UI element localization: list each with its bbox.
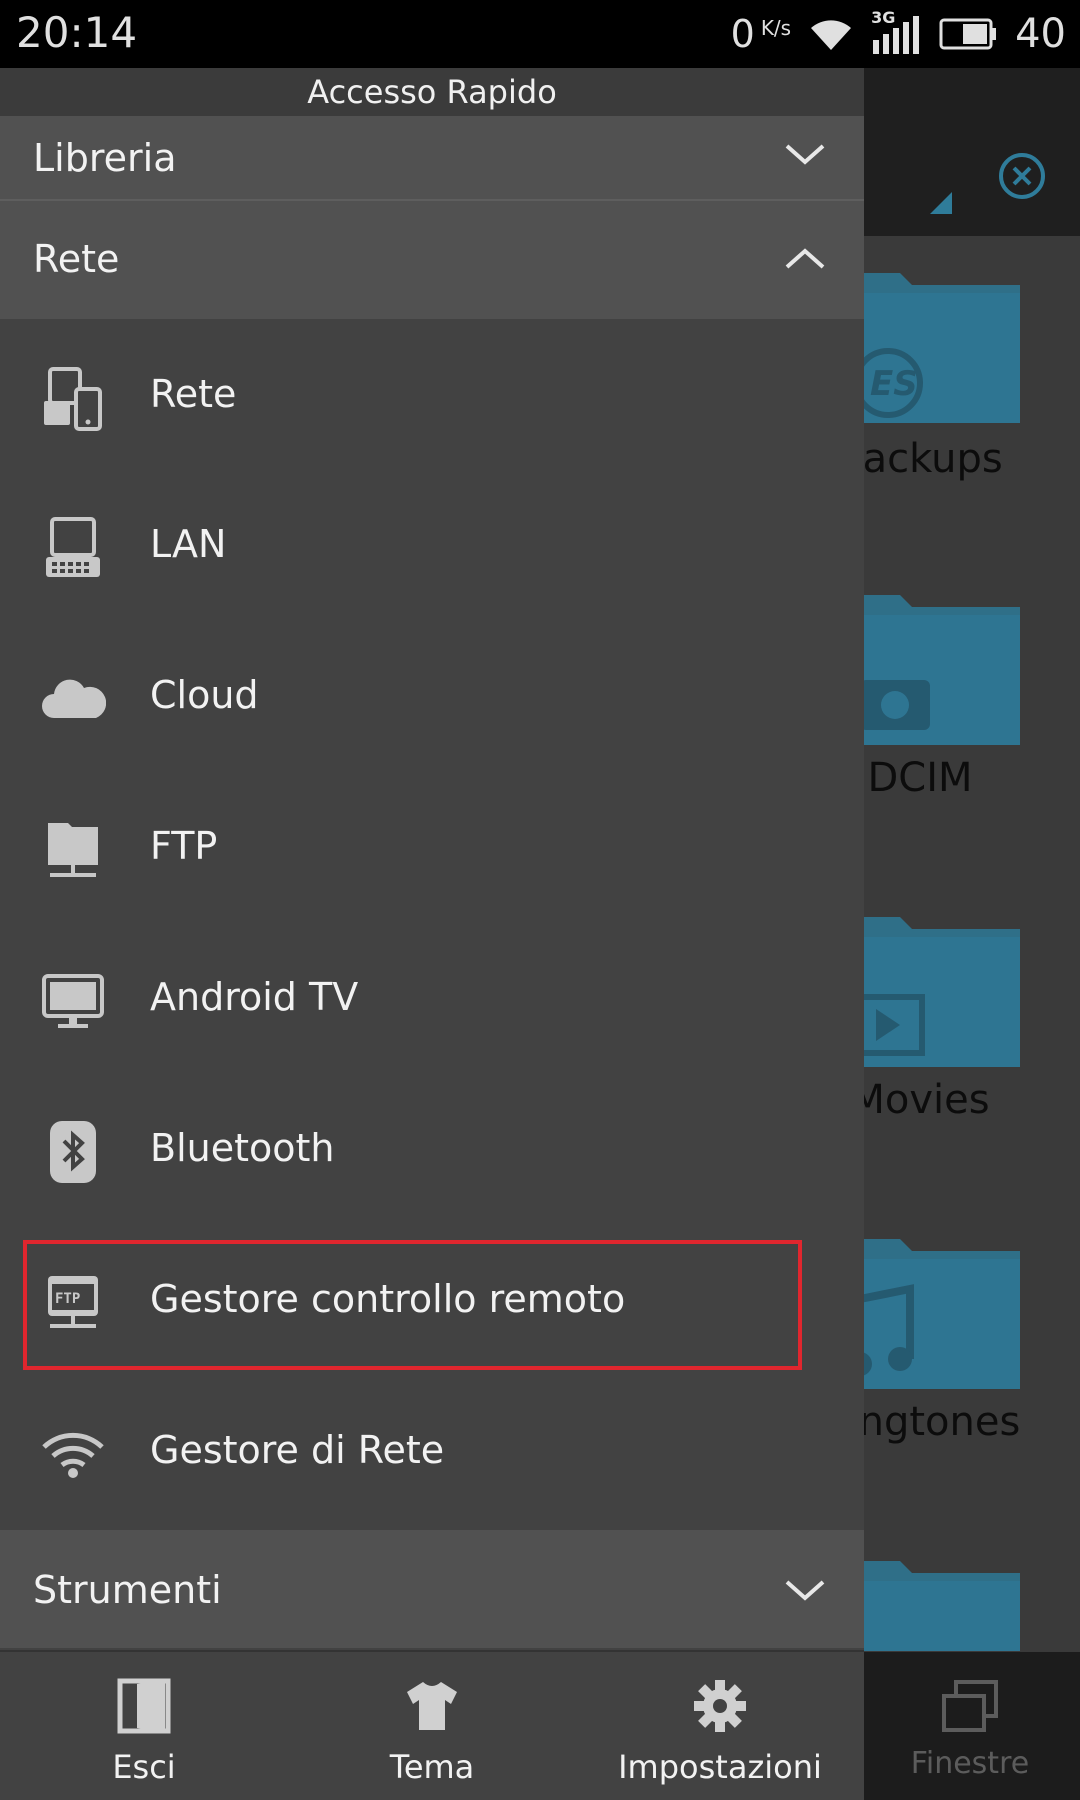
rete-section-header[interactable]: Rete <box>0 201 864 319</box>
rete-section-label: Rete <box>33 237 120 281</box>
drawer-item-android-tv[interactable]: Android TV <box>0 923 864 1073</box>
signal-icon: 3G <box>871 8 921 54</box>
svg-text:ES: ES <box>870 364 918 404</box>
windows-icon <box>942 1680 998 1732</box>
wifi-manager-icon <box>42 1432 104 1478</box>
drawer-item-label: Gestore di Rete <box>150 1428 445 1472</box>
drawer-item-label: Cloud <box>150 673 259 717</box>
windows-button[interactable]: Finestre <box>870 1652 1070 1800</box>
drawer-item-label: Android TV <box>150 975 359 1019</box>
drawer-item-label: LAN <box>150 522 227 566</box>
theme-button[interactable]: Tema <box>288 1652 576 1800</box>
exit-button[interactable]: Esci <box>0 1652 288 1800</box>
chevron-down-icon <box>785 1580 825 1601</box>
drawer-bottom-bar: Esci Tema Impostazioni <box>0 1650 864 1800</box>
drawer-item-gestore-di-rete[interactable]: Gestore di Rete <box>0 1376 864 1526</box>
network-devices-icon <box>44 367 102 431</box>
drawer-item-ftp[interactable]: FTP <box>0 772 864 922</box>
exit-door-icon <box>117 1678 171 1734</box>
gear-icon <box>694 1680 746 1732</box>
chevron-up-icon <box>785 248 825 269</box>
theme-label: Tema <box>389 1748 475 1786</box>
windows-label: Finestre <box>910 1746 1030 1781</box>
ftp-server-icon <box>48 823 98 877</box>
section-strumenti[interactable]: Strumenti <box>0 1530 864 1648</box>
selection-highlight-box <box>23 1240 802 1370</box>
settings-button[interactable]: Impostazioni <box>576 1652 864 1800</box>
exit-label: Esci <box>112 1748 176 1786</box>
drawer-item-rete[interactable]: Rete <box>0 320 864 470</box>
dropdown-triangle-icon[interactable] <box>930 192 952 214</box>
settings-label: Impostazioni <box>618 1748 822 1786</box>
tv-monitor-icon <box>42 974 104 1028</box>
drawer-item-lan[interactable]: LAN <box>0 470 864 620</box>
drawer-item-bluetooth[interactable]: Bluetooth <box>0 1074 864 1224</box>
lan-computer-icon <box>46 517 100 577</box>
battery-percentage: 40 <box>1015 11 1066 57</box>
battery-icon <box>939 18 997 50</box>
drawer-item-label: FTP <box>150 824 218 868</box>
cloud-icon <box>42 679 106 718</box>
drawer-item-label: Rete <box>150 372 237 416</box>
drawer-content: Rete Rete LAN Cloud FTP Android TV Bluet… <box>0 0 864 1800</box>
section-label: Strumenti <box>33 1568 222 1612</box>
drawer-item-label: Bluetooth <box>150 1126 335 1170</box>
tshirt-icon <box>407 1682 457 1730</box>
close-circle-icon[interactable] <box>997 151 1047 201</box>
bluetooth-icon <box>50 1121 96 1183</box>
drawer-item-cloud[interactable]: Cloud <box>0 621 864 771</box>
